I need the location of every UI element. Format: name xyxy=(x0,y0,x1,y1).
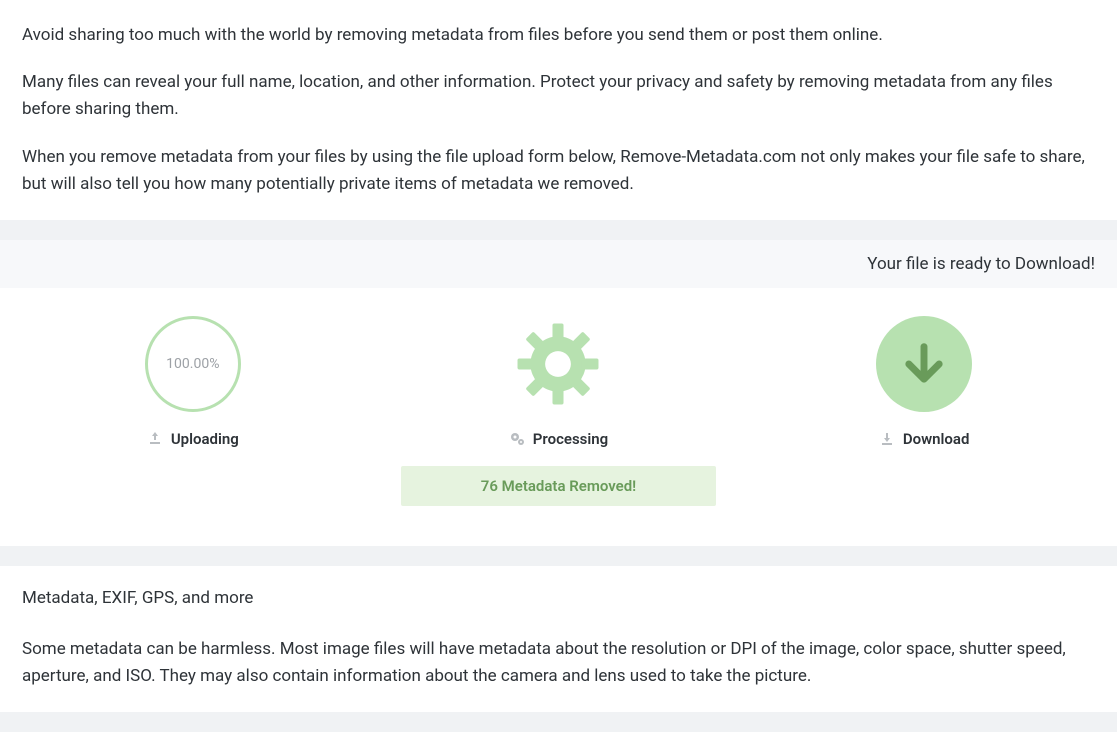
download-label-row[interactable]: Download xyxy=(879,430,970,448)
processing-label-row: Processing xyxy=(509,430,608,448)
upload-percent: 100.00% xyxy=(166,356,219,372)
info-paragraph-1: Some metadata can be harmless. Most imag… xyxy=(22,636,1095,690)
step-download[interactable]: Download xyxy=(743,316,1105,448)
info-card: Metadata, EXIF, GPS, and more Some metad… xyxy=(0,566,1117,712)
upload-icon xyxy=(147,431,163,447)
step-uploading: 100.00% Uploading xyxy=(12,316,374,448)
step-processing: Processing 76 Metadata Removed! xyxy=(377,316,739,506)
status-text: Your file is ready to Download! xyxy=(867,254,1095,274)
intro-paragraph-3: When you remove metadata from your files… xyxy=(22,144,1095,198)
status-bar: Your file is ready to Download! xyxy=(0,240,1117,288)
info-heading: Metadata, EXIF, GPS, and more xyxy=(22,588,1095,608)
intro-card: Avoid sharing too much with the world by… xyxy=(0,0,1117,220)
download-icon xyxy=(879,431,895,447)
steps-row: 100.00% Uploading xyxy=(0,288,1117,546)
intro-paragraph-2: Many files can reveal your full name, lo… xyxy=(22,69,1095,123)
processing-gear-icon xyxy=(510,316,606,412)
download-label[interactable]: Download xyxy=(903,430,970,448)
upload-progress-circle: 100.00% xyxy=(145,316,241,412)
upload-label-row: Uploading xyxy=(147,430,239,448)
intro-paragraph-1: Avoid sharing too much with the world by… xyxy=(22,22,1095,49)
download-circle-icon[interactable] xyxy=(876,316,972,412)
gears-icon xyxy=(509,431,525,447)
metadata-removed-badge: 76 Metadata Removed! xyxy=(401,466,716,506)
processing-label: Processing xyxy=(533,430,608,448)
upload-label: Uploading xyxy=(171,430,239,448)
